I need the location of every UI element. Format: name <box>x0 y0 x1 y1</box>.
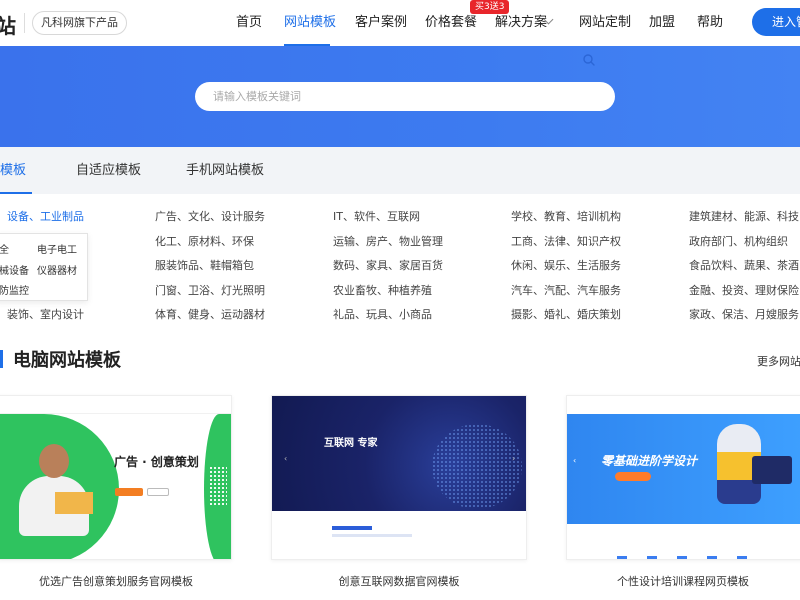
nav-solutions[interactable]: 解决方案 <box>495 0 547 46</box>
preview-button <box>615 472 651 481</box>
subcategory-link[interactable]: 全 <box>0 241 9 256</box>
category-link[interactable]: 金融、投资、理财保险 <box>689 279 799 304</box>
category-link[interactable]: 政府部门、机构组织 <box>689 230 799 255</box>
subcategory-link[interactable]: 仪器器材 <box>37 262 77 277</box>
tab-active-indicator <box>0 192 32 194</box>
category-link[interactable]: 礼品、玩具、小商品 <box>333 303 443 328</box>
template-card-design-course[interactable]: 零基础进阶学设计 ‹ <box>566 395 800 560</box>
section-accent-bar <box>0 350 3 368</box>
category-link[interactable]: 学校、教育、培训机构 <box>511 205 621 230</box>
subcategory-link[interactable]: 防监控 <box>0 282 29 297</box>
template-card-internet-data[interactable]: 互联网 专家 ‹ › <box>271 395 527 560</box>
preview-laptop <box>752 456 792 484</box>
template-card-ad-creative[interactable]: 广告 · 创意策划 <box>0 395 232 560</box>
section-title: 电脑网站模板 <box>13 350 121 371</box>
category-column: 广告、文化、设计服务 化工、原材料、环保 服装饰品、鞋帽箱包 门窗、卫浴、灯光照… <box>155 205 265 328</box>
nav-templates[interactable]: 网站模板 <box>284 0 336 46</box>
category-link[interactable]: 设备、工业制品 <box>7 205 84 230</box>
nav-help[interactable]: 帮助 <box>697 0 723 46</box>
search-icon[interactable] <box>583 54 595 66</box>
preview-person-head <box>39 444 69 478</box>
template-caption[interactable]: 优选广告创意策划服务官网模板 <box>0 573 232 589</box>
tab-templates[interactable]: 模板 <box>0 147 26 194</box>
top-header: 站 凡科网旗下产品 首页 网站模板 客户案例 价格套餐 买3送3 解决方案 网站… <box>0 0 800 46</box>
hero-banner: 请输入模板关键词 <box>0 46 800 147</box>
template-caption[interactable]: 个性设计培训课程网页模板 <box>566 573 800 589</box>
category-link[interactable]: 门窗、卫浴、灯光照明 <box>155 279 265 304</box>
category-column: IT、软件、互联网 运输、房产、物业管理 数码、家具、家居百货 农业畜牧、种植养… <box>333 205 443 328</box>
category-link[interactable]: 数码、家具、家居百货 <box>333 254 443 279</box>
chevron-right-icon: › <box>512 454 516 463</box>
category-link[interactable]: 装饰、室内设计 <box>7 303 84 328</box>
subcategory-link[interactable]: 械设备 <box>0 262 29 277</box>
category-link[interactable]: 汽车、汽配、汽车服务 <box>511 279 621 304</box>
category-column: 学校、教育、培训机构 工商、法律、知识产权 休闲、娱乐、生活服务 汽车、汽配、汽… <box>511 205 621 328</box>
subcategory-dropdown: 全 电子电工 械设备 仪器器材 防监控 <box>0 233 88 301</box>
tab-responsive[interactable]: 自适应模板 <box>76 147 141 194</box>
category-link[interactable]: 建筑建材、能源、科技 <box>689 205 799 230</box>
preview-icons-strip <box>617 556 757 559</box>
category-link[interactable]: 工商、法律、知识产权 <box>511 230 621 255</box>
preview-book <box>55 492 93 514</box>
more-templates-link[interactable]: 更多网站 <box>757 353 800 369</box>
category-link[interactable]: 农业畜牧、种植养殖 <box>333 279 443 304</box>
chevron-left-icon: ‹ <box>284 454 288 463</box>
preview-topbar <box>0 396 231 414</box>
category-link[interactable]: 广告、文化、设计服务 <box>155 205 265 230</box>
template-tabs: 模板 自适应模板 手机网站模板 <box>0 147 800 194</box>
brand-badge[interactable]: 凡科网旗下产品 <box>32 11 127 35</box>
category-link[interactable]: 体育、健身、运动器材 <box>155 303 265 328</box>
category-column: 建筑建材、能源、科技 政府部门、机构组织 食品饮料、蔬果、茶酒 金融、投资、理财… <box>689 205 799 328</box>
category-link[interactable]: 食品饮料、蔬果、茶酒 <box>689 254 799 279</box>
category-grid: 设备、工业制品 装饰、室内设计 广告、文化、设计服务 化工、原材料、环保 服装饰… <box>0 205 800 335</box>
preview-globe <box>432 424 522 509</box>
nav-franchise[interactable]: 加盟 <box>649 0 675 46</box>
category-link[interactable]: 运输、房产、物业管理 <box>333 230 443 255</box>
nav-custom[interactable]: 网站定制 <box>579 0 631 46</box>
preview-button <box>147 488 169 496</box>
search-placeholder: 请输入模板关键词 <box>213 90 301 103</box>
category-link[interactable]: 化工、原材料、环保 <box>155 230 265 255</box>
enter-console-button[interactable]: 进入管 <box>752 8 800 36</box>
preview-topbar <box>567 396 800 414</box>
preview-text-line <box>332 526 372 530</box>
category-link[interactable]: 休闲、娱乐、生活服务 <box>511 254 621 279</box>
nav-home[interactable]: 首页 <box>236 0 262 46</box>
preview-dots <box>209 466 227 506</box>
preview-title: 互联网 专家 <box>324 438 378 449</box>
logo-divider <box>24 13 25 33</box>
tab-mobile[interactable]: 手机网站模板 <box>186 147 264 194</box>
chevron-left-icon: ‹ <box>573 456 577 465</box>
preview-text-line <box>332 534 412 537</box>
preview-title: 零基础进阶学设计 <box>601 454 698 468</box>
site-logo[interactable]: 站 <box>0 10 16 39</box>
nav-cases[interactable]: 客户案例 <box>355 0 407 46</box>
search-input[interactable]: 请输入模板关键词 <box>195 82 615 111</box>
category-link[interactable]: IT、软件、互联网 <box>333 205 443 230</box>
template-caption[interactable]: 创意互联网数据官网模板 <box>271 573 527 589</box>
category-link[interactable]: 服装饰品、鞋帽箱包 <box>155 254 265 279</box>
subcategory-link[interactable]: 电子电工 <box>37 241 77 256</box>
preview-button <box>115 488 143 496</box>
category-link[interactable]: 家政、保洁、月嫂服务 <box>689 303 799 328</box>
preview-title: 广告 · 创意策划 <box>114 455 199 469</box>
category-link[interactable]: 摄影、婚礼、婚庆策划 <box>511 303 621 328</box>
